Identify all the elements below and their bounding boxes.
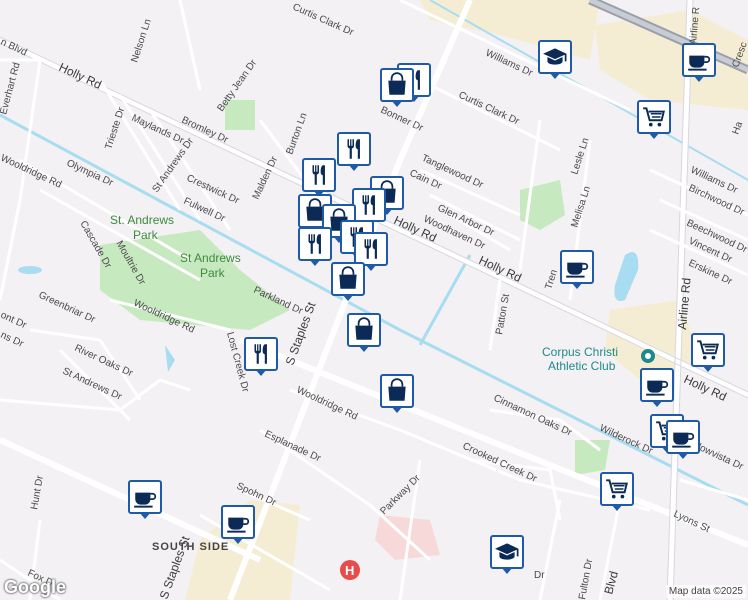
place-label: Athletic Club <box>548 359 616 373</box>
shopping-cart-icon <box>641 104 667 130</box>
marker-box <box>337 132 371 166</box>
marker-box <box>244 337 278 371</box>
grocery-marker[interactable] <box>691 333 727 373</box>
marker-box <box>302 158 336 192</box>
marker-pointer <box>358 345 370 352</box>
cafe-marker[interactable] <box>682 43 718 83</box>
shopping-bag-icon <box>351 317 377 343</box>
marker-pointer <box>232 537 244 544</box>
marker-box <box>380 68 414 102</box>
park-label: Park <box>133 228 159 242</box>
cafe-marker[interactable] <box>221 505 257 545</box>
school-marker[interactable] <box>490 535 526 575</box>
coffee-cup-icon <box>670 424 696 450</box>
school-marker[interactable] <box>538 40 574 80</box>
shopping-cart-icon <box>604 476 630 502</box>
marker-pointer <box>391 100 403 107</box>
graduation-cap-icon <box>494 539 520 565</box>
fork-knife-icon <box>356 192 382 218</box>
water-pond <box>18 266 42 274</box>
marker-pointer <box>693 75 705 82</box>
shopping-bag-marker[interactable] <box>380 68 416 108</box>
restaurant-marker[interactable] <box>337 132 373 172</box>
restaurant-marker[interactable] <box>302 158 338 198</box>
shopping-bag-marker[interactable] <box>331 262 367 302</box>
cafe-marker[interactable] <box>640 368 676 408</box>
place-pin-icon[interactable] <box>641 349 655 363</box>
marker-pointer <box>611 504 623 511</box>
marker-pointer <box>571 282 583 289</box>
place-label: Corpus Christi <box>542 345 618 359</box>
marker-pointer <box>348 164 360 171</box>
fork-knife-icon <box>302 231 328 257</box>
coffee-cup-icon <box>644 372 670 398</box>
marker-box <box>347 313 381 347</box>
map-attribution: Map data ©2025 <box>665 585 746 598</box>
restaurant-marker[interactable] <box>298 227 334 267</box>
cafe-marker[interactable] <box>666 420 702 460</box>
marker-pointer <box>549 72 561 79</box>
marker-pointer <box>139 512 151 519</box>
marker-pointer <box>702 365 714 372</box>
marker-box <box>298 227 332 261</box>
marker-box <box>128 480 162 514</box>
marker-pointer <box>651 400 663 407</box>
park-label: St Andrews <box>180 251 241 265</box>
marker-pointer <box>391 406 403 413</box>
marker-box <box>490 535 524 569</box>
marker-box <box>538 40 572 74</box>
shopping-bag-icon <box>384 72 410 98</box>
marker-box <box>221 505 255 539</box>
fork-knife-icon <box>341 136 367 162</box>
marker-box <box>331 262 365 296</box>
shopping-bag-icon <box>384 378 410 404</box>
marker-box <box>380 374 414 408</box>
coffee-cup-icon <box>686 47 712 73</box>
marker-box <box>637 100 671 134</box>
marker-box <box>640 368 674 402</box>
coffee-cup-icon <box>132 484 158 510</box>
marker-box <box>600 472 634 506</box>
marker-box <box>560 250 594 284</box>
marker-box <box>666 420 700 454</box>
grocery-marker[interactable] <box>600 472 636 512</box>
marker-pointer <box>677 452 689 459</box>
marker-box <box>682 43 716 77</box>
shopping-bag-marker[interactable] <box>380 374 416 414</box>
park-label: Park <box>200 266 226 280</box>
marker-pointer <box>255 369 267 376</box>
graduation-cap-icon <box>542 44 568 70</box>
street-label: Dr <box>534 570 545 581</box>
shopping-bag-marker[interactable] <box>347 313 383 353</box>
coffee-cup-icon <box>564 254 590 280</box>
marker-pointer <box>309 259 321 266</box>
restaurant-marker[interactable] <box>244 337 280 377</box>
cafe-marker[interactable] <box>560 250 596 290</box>
area-label: SOUTH SIDE <box>152 541 229 553</box>
google-logo: Google <box>4 577 66 597</box>
grocery-marker[interactable] <box>637 100 673 140</box>
coffee-cup-icon <box>225 509 251 535</box>
fork-knife-icon <box>358 236 384 262</box>
marker-box <box>354 232 388 266</box>
fork-knife-icon <box>306 162 332 188</box>
marker-pointer <box>501 567 513 574</box>
marker-pointer <box>648 132 660 139</box>
hospital-icon[interactable]: H <box>340 560 360 580</box>
marker-pointer <box>342 294 354 301</box>
shopping-bag-icon <box>335 266 361 292</box>
cafe-marker[interactable] <box>128 480 164 520</box>
svg-text:H: H <box>345 563 354 578</box>
shopping-cart-icon <box>695 337 721 363</box>
marker-box <box>691 333 725 367</box>
park-label: St. Andrews <box>110 213 174 227</box>
fork-knife-icon <box>248 341 274 367</box>
